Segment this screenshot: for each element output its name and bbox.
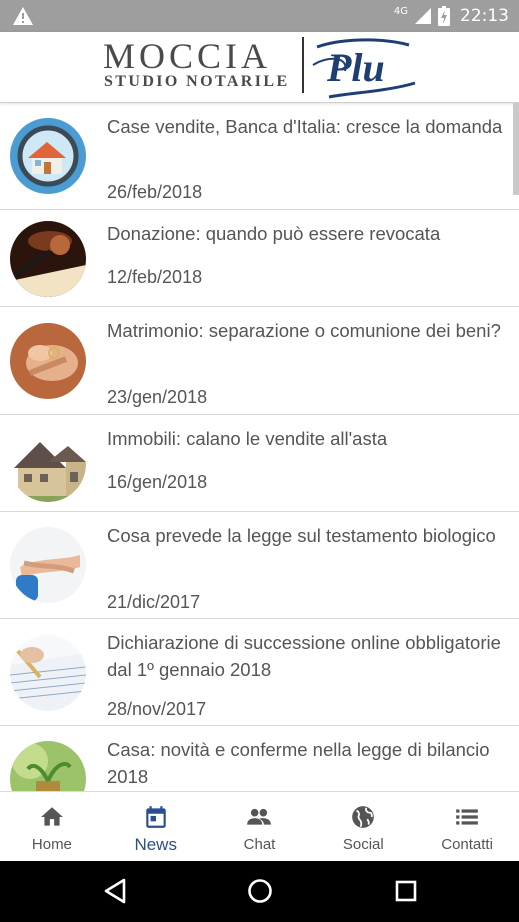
nav-chat[interactable]: Chat: [208, 792, 312, 861]
nav-chat-label: Chat: [243, 836, 276, 853]
logo-divider: [302, 37, 304, 93]
news-list[interactable]: Case vendite, Banca d'Italia: cresce la …: [0, 103, 519, 791]
network-type: 4G: [393, 5, 408, 17]
logo-subtitle: STUDIO NOTARILE: [104, 73, 290, 90]
bottom-navigation: Home News Chat Social Contatti: [0, 791, 519, 861]
calendar-icon: [145, 806, 166, 828]
logo-name: MOCCIA: [103, 36, 272, 76]
news-item[interactable]: Cosa prevede la legge sul testamento bio…: [0, 512, 519, 619]
recents-icon[interactable]: [393, 877, 419, 905]
back-icon[interactable]: [102, 877, 128, 905]
news-item[interactable]: Dichiarazione di successione online obbl…: [0, 619, 519, 726]
news-date: 12/feb/2018: [107, 267, 203, 287]
news-item[interactable]: Immobili: calano le vendite all'asta 16/…: [0, 415, 519, 512]
news-item[interactable]: Donazione: quando può essere revocata 12…: [0, 210, 519, 307]
news-date: 21/dic/2017: [107, 592, 201, 612]
people-icon: [247, 808, 272, 825]
news-date: 28/nov/2017: [107, 699, 207, 719]
news-title: Dichiarazione di successione online obbl…: [107, 632, 501, 680]
clock: 22:13: [460, 6, 509, 26]
svg-text:Plu: Plu: [326, 45, 385, 90]
news-title: Donazione: quando può essere revocata: [107, 223, 441, 244]
news-thumbnail-form-writing: [10, 635, 86, 711]
news-thumbnail-signing-pen: [10, 221, 86, 297]
news-title: Casa: novità e conferme nella legge di b…: [107, 739, 490, 787]
home-circle-icon[interactable]: [246, 877, 274, 905]
status-bar: 4G 22:13: [0, 0, 519, 32]
battery-icon: [438, 6, 450, 26]
nav-news-label: News: [134, 835, 177, 854]
system-navigation-bar: [0, 861, 519, 922]
warning-icon: [13, 7, 33, 25]
app-header: MOCCIA STUDIO NOTARILE Plu: [0, 32, 519, 103]
nav-social[interactable]: Social: [311, 792, 415, 861]
nav-news[interactable]: News: [104, 792, 208, 861]
news-title: Case vendite, Banca d'Italia: cresce la …: [107, 116, 503, 137]
home-icon: [41, 807, 63, 826]
news-thumbnail-hands: [10, 527, 86, 603]
nav-contatti-label: Contatti: [441, 836, 493, 853]
logo-mark: Plu: [312, 38, 416, 99]
news-title: Matrimonio: separazione o comunione dei …: [107, 320, 501, 341]
scrollbar[interactable]: [513, 103, 519, 195]
signal-icon: [415, 8, 431, 24]
globe-icon: [352, 806, 375, 828]
news-title: Immobili: calano le vendite all'asta: [107, 428, 388, 449]
list-icon: [456, 809, 478, 825]
nav-home-label: Home: [31, 836, 72, 853]
news-thumbnail-house-magnifier: [10, 118, 86, 194]
news-thumbnail-house: [10, 426, 86, 502]
news-item[interactable]: Casa: novità e conferme nella legge di b…: [0, 726, 519, 791]
news-date: 26/feb/2018: [107, 182, 203, 202]
logo: MOCCIA STUDIO NOTARILE Plu: [103, 35, 419, 101]
news-date: 16/gen/2018: [107, 472, 208, 492]
news-item[interactable]: Case vendite, Banca d'Italia: cresce la …: [0, 103, 519, 210]
news-date: 23/gen/2018: [107, 387, 208, 407]
nav-home[interactable]: Home: [0, 792, 104, 861]
news-thumbnail-wedding-rings: [10, 323, 86, 399]
nav-contatti[interactable]: Contatti: [415, 792, 519, 861]
news-title: Cosa prevede la legge sul testamento bio…: [107, 525, 496, 546]
news-item[interactable]: Matrimonio: separazione o comunione dei …: [0, 307, 519, 415]
nav-social-label: Social: [342, 836, 384, 853]
news-thumbnail-plant-coins: [10, 741, 86, 791]
